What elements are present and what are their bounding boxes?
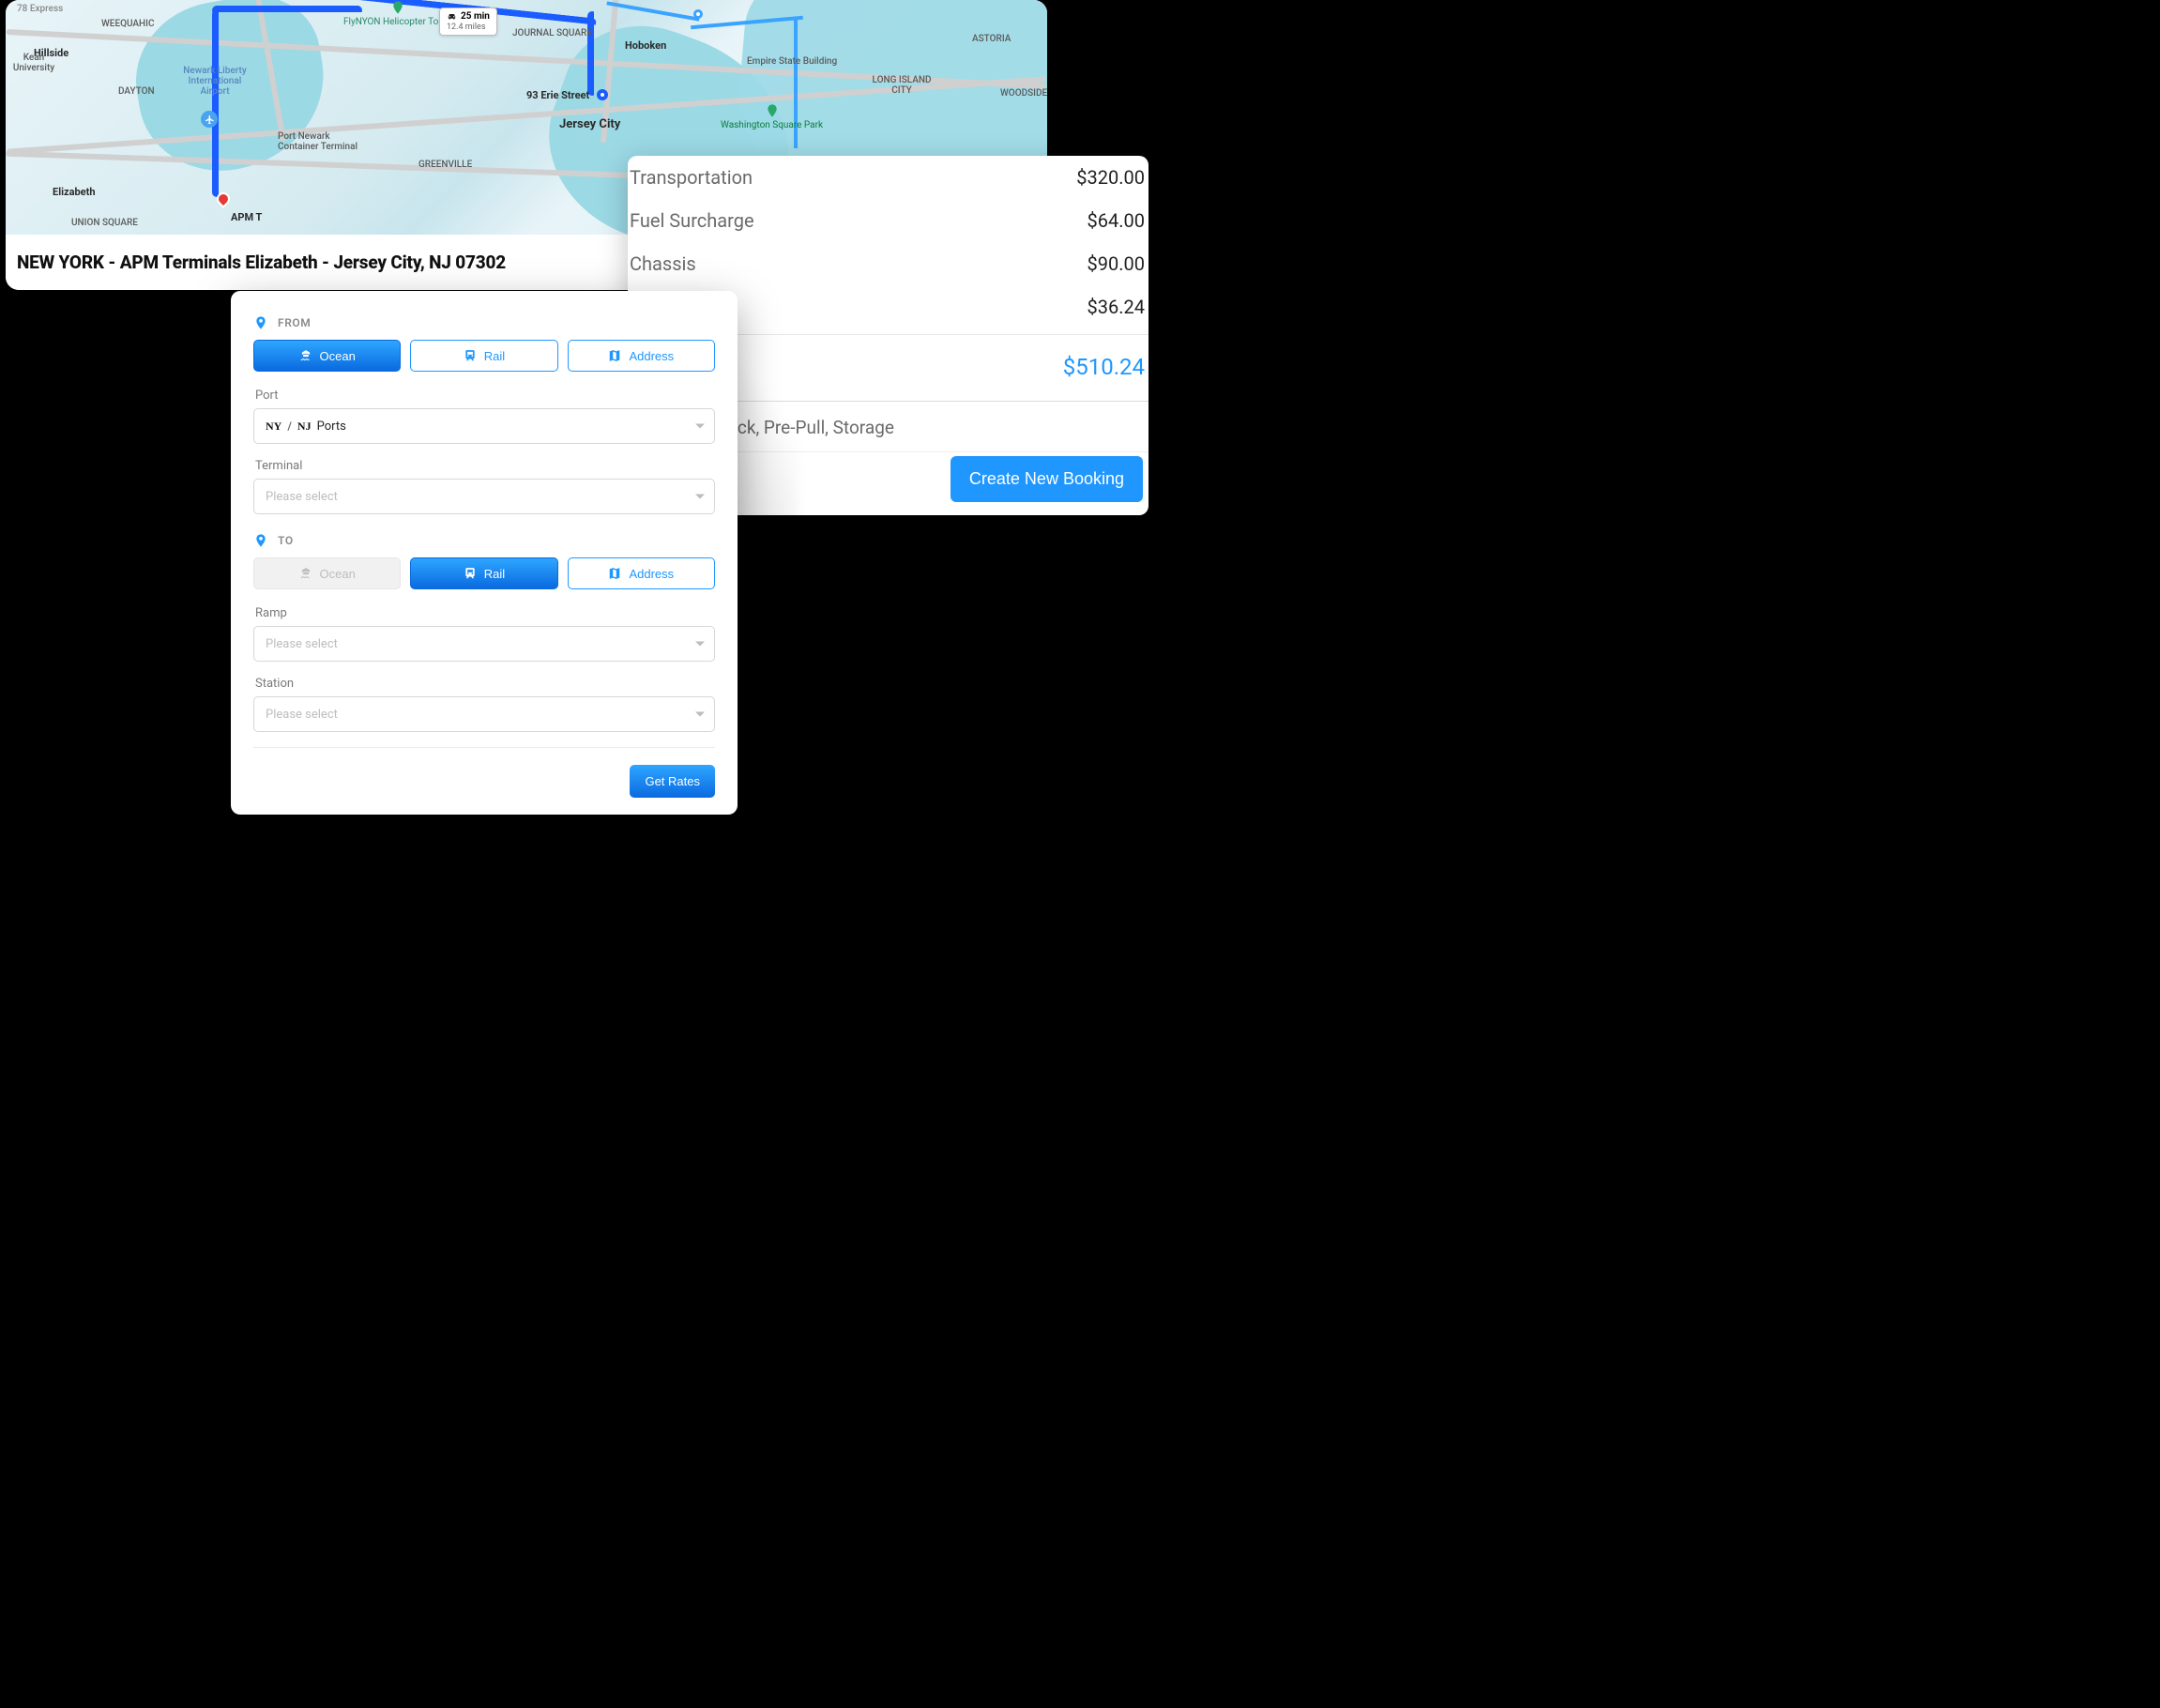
waypoint-dot-icon — [693, 9, 703, 19]
location-pin-icon — [253, 533, 268, 548]
from-mode-tabs: Ocean Rail Address — [253, 340, 715, 372]
divider — [253, 747, 715, 748]
port-select[interactable]: NY / NJ Ports — [253, 408, 715, 444]
map-icon — [608, 567, 621, 580]
route-tooltip: 25 min 12.4 miles — [439, 8, 497, 36]
from-section-header: FROM — [253, 312, 715, 340]
ramp-select[interactable]: Please select — [253, 626, 715, 662]
to-mode-tabs: Ocean Rail Address — [253, 557, 715, 589]
station-field-label: Station — [255, 677, 715, 691]
chevron-down-icon — [695, 712, 705, 717]
ramp-field-label: Ramp — [255, 606, 715, 620]
map-label: Kean University — [6, 53, 62, 73]
map-label: WEEQUAHIC — [101, 19, 155, 29]
map-icon — [608, 349, 621, 362]
cost-total: $510.24 — [1063, 354, 1145, 380]
cost-amount: $320.00 — [1076, 166, 1145, 189]
ramp-placeholder: Please select — [266, 637, 338, 651]
cost-row: Transportation $320.00 — [628, 156, 1148, 199]
from-rail-tab[interactable]: Rail — [410, 340, 557, 372]
map-poi-washington: Washington Square Park — [721, 103, 823, 130]
terminal-field-label: Terminal — [255, 459, 715, 473]
to-section-header: TO — [253, 529, 715, 557]
map-label-apm: APM T — [231, 211, 262, 223]
ship-icon — [299, 349, 312, 362]
map-label-airport: Newark Liberty International Airport — [173, 66, 257, 97]
to-label: TO — [278, 534, 294, 547]
cost-label: Fuel Surcharge — [630, 209, 754, 232]
create-booking-button[interactable]: Create New Booking — [951, 456, 1143, 502]
map-label: JOURNAL SQUARE — [512, 28, 592, 38]
map-poi-flynyon: FlyNYON Helicopter Tours — [343, 0, 451, 27]
cost-row: Fuel Surcharge $64.00 — [628, 199, 1148, 242]
to-ocean-tab: Ocean — [253, 557, 401, 589]
terminal-placeholder: Please select — [266, 490, 338, 504]
map-label: Port Newark Container Terminal — [278, 131, 372, 152]
map-label-jerseycity: Jersey City — [559, 117, 620, 131]
route-time: 25 min — [461, 11, 490, 23]
car-icon — [447, 11, 457, 22]
map-label: ASTORIA — [972, 34, 1011, 44]
airplane-icon — [201, 111, 218, 128]
cost-amount: $64.00 — [1088, 209, 1145, 232]
map-label: LONG ISLAND CITY — [869, 75, 935, 96]
from-ocean-tab[interactable]: Ocean — [253, 340, 401, 372]
map-label: DAYTON — [118, 86, 155, 97]
chevron-down-icon — [695, 642, 705, 647]
map-label-erie: 93 Erie Street — [526, 89, 589, 101]
cost-label: Transportation — [630, 166, 753, 189]
destination-dot-icon — [597, 89, 608, 100]
to-address-tab[interactable]: Address — [568, 557, 715, 589]
from-label: FROM — [278, 316, 311, 329]
terminal-select[interactable]: Please select — [253, 479, 715, 514]
chevron-down-icon — [695, 424, 705, 429]
get-rates-button[interactable]: Get Rates — [630, 765, 715, 798]
map-label-elizabeth: Elizabeth — [53, 186, 96, 198]
map-label: 78 Express — [17, 4, 63, 14]
cost-row: Chassis $90.00 — [628, 242, 1148, 285]
map-label: GREENVILLE — [418, 160, 472, 170]
to-rail-tab[interactable]: Rail — [410, 557, 557, 589]
map-label-hoboken: Hoboken — [625, 39, 666, 52]
quote-form-card: FROM Ocean Rail Address Port NY / NJ Por… — [231, 291, 738, 815]
cost-label: Chassis — [630, 252, 696, 275]
map-label: UNION SQUARE — [71, 218, 138, 228]
map-label-empire: Empire State Building — [747, 56, 850, 67]
train-icon — [464, 349, 477, 362]
station-select[interactable]: Please select — [253, 696, 715, 732]
route-distance: 12.4 miles — [447, 23, 490, 32]
station-placeholder: Please select — [266, 708, 338, 722]
from-address-tab[interactable]: Address — [568, 340, 715, 372]
chevron-down-icon — [695, 495, 705, 499]
cost-amount: $36.24 — [1088, 296, 1145, 318]
ship-icon — [299, 567, 312, 580]
location-pin-icon — [253, 315, 268, 330]
map-label: WOODSIDE — [1000, 88, 1047, 99]
port-select-value: Ports — [317, 419, 346, 434]
port-field-label: Port — [255, 389, 715, 403]
cost-amount: $90.00 — [1088, 252, 1145, 275]
train-icon — [464, 567, 477, 580]
port-nj-badge: NJ — [297, 419, 312, 434]
port-ny-badge: NY — [266, 419, 281, 434]
